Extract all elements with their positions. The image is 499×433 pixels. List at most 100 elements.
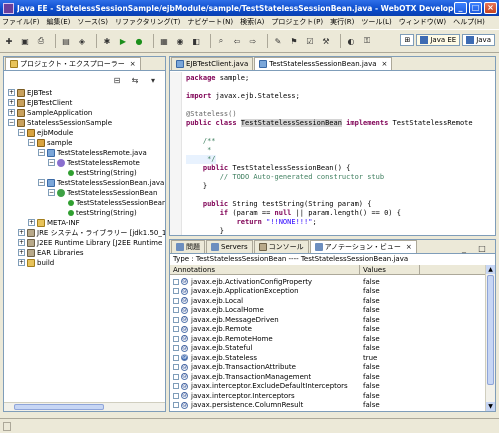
tab-annotation-view[interactable]: アノテーション・ビュー × (309, 240, 417, 253)
open-perspective-button[interactable]: ⊞ (400, 34, 415, 46)
expander-icon[interactable]: + (18, 259, 25, 266)
tree-item-remote-java[interactable]: − TestStatelessRemote.java (38, 148, 147, 157)
globe-icon[interactable]: ◐ (345, 35, 357, 47)
tab-console[interactable]: コンソール (253, 240, 309, 253)
annotation-row[interactable]: @ javax.ejb.Stateful false (170, 344, 485, 353)
forward-icon[interactable]: ⇨ (247, 35, 259, 47)
annotation-value[interactable]: false (360, 392, 380, 400)
deploy-icon[interactable]: ◈ (76, 35, 88, 47)
column-values[interactable]: Values (360, 265, 420, 274)
tab-ejbtestclient[interactable]: EJBTestClient.java (171, 57, 254, 70)
expander-icon[interactable]: + (18, 229, 25, 236)
tree-item-bean-constructor[interactable]: TestStatelessSessionBean() (68, 198, 165, 207)
close-icon[interactable]: × (382, 60, 388, 68)
expander-icon[interactable]: + (8, 89, 15, 96)
expand-checkbox[interactable] (173, 364, 179, 370)
expander-icon[interactable]: + (8, 99, 15, 106)
annotation-row[interactable]: @ javax.ejb.TransactionAttribute false (170, 363, 485, 372)
tree-item-ejbtestclient[interactable]: + EJBTestClient (8, 98, 72, 107)
tab-problems[interactable]: 問題 (171, 240, 205, 253)
annotation-value[interactable]: false (360, 316, 380, 324)
menu-run[interactable]: 実行(R) (330, 17, 354, 27)
code-line[interactable]: /** (186, 137, 216, 146)
tree-item-bean-class[interactable]: − TestStatelessSessionBean (48, 188, 157, 197)
expander-icon[interactable]: + (18, 239, 25, 246)
tree-item-sampleapplication[interactable]: + SampleApplication (8, 108, 92, 117)
expand-checkbox[interactable] (173, 288, 179, 294)
print-icon[interactable]: ⎙ (35, 35, 47, 47)
annotation-row[interactable]: @ javax.ejb.Stateless true (170, 353, 485, 362)
tree-item-j2ee-library[interactable]: + J2EE Runtime Library [J2EE Runtime Lib (18, 238, 165, 247)
code-line[interactable]: @Stateless() (186, 110, 237, 119)
menu-search[interactable]: 検索(A) (240, 17, 264, 27)
annotation-value[interactable]: false (360, 278, 380, 286)
menu-help[interactable]: ヘルプ(H) (453, 17, 485, 27)
task-icon[interactable]: ☑ (304, 35, 316, 47)
minimize-button[interactable]: _ (454, 2, 467, 14)
annotation-value[interactable]: false (360, 297, 380, 305)
tree-item-remote-teststring[interactable]: testString(String) (68, 168, 137, 177)
annotation-value[interactable]: false (360, 373, 380, 381)
wrench-icon[interactable]: ⚒ (320, 35, 332, 47)
tree-item-meta-inf[interactable]: + META-INF (28, 218, 80, 227)
annotation-row[interactable]: @ javax.interceptor.Interceptors false (170, 391, 485, 400)
tree-item-ejbtest[interactable]: + EJBTest (8, 88, 52, 97)
open-type-icon[interactable]: ◧ (190, 35, 202, 47)
tree-item-bean-teststring[interactable]: testString(String) (68, 208, 137, 217)
expand-checkbox[interactable] (173, 373, 179, 380)
link-editor-icon[interactable]: ⇆ (129, 74, 141, 86)
code-line[interactable]: public String testString(String param) { (186, 200, 372, 209)
save-icon[interactable]: ▣ (19, 35, 31, 47)
annotation-row[interactable]: @ javax.ejb.RemoteHome false (170, 334, 485, 343)
expand-checkbox[interactable] (173, 383, 179, 389)
annotation-value[interactable]: false (360, 382, 380, 390)
code-line[interactable]: package sample; (186, 74, 249, 83)
annotation-icon[interactable]: ✎ (272, 35, 284, 47)
expand-checkbox[interactable] (173, 307, 179, 313)
back-icon[interactable]: ⇦ (231, 35, 243, 47)
expand-checkbox[interactable] (173, 392, 179, 399)
tree-item-jre-library[interactable]: + JRE システム・ライブラリー [jdk1.50_14] (18, 228, 165, 237)
expand-checkbox[interactable] (173, 297, 179, 304)
tree-item-build[interactable]: + build (18, 258, 54, 267)
code-line[interactable]: import javax.ejb.Stateless; (186, 92, 300, 101)
code-line[interactable]: if (param == null || param.length() == 0… (186, 209, 401, 218)
expand-checkbox[interactable] (173, 345, 179, 351)
menu-source[interactable]: ソース(S) (77, 17, 108, 27)
menu-navigate[interactable]: ナビゲート(N) (187, 17, 233, 27)
tree-item-sample[interactable]: − sample (28, 138, 72, 147)
menu-window[interactable]: ウィンドウ(W) (399, 17, 446, 27)
scroll-up-icon[interactable]: ▲ (486, 265, 495, 274)
code-line[interactable]: } (186, 182, 207, 191)
tab-servers[interactable]: Servers (206, 240, 253, 253)
expander-icon[interactable]: − (18, 129, 25, 136)
expand-checkbox[interactable] (173, 326, 179, 332)
key-icon[interactable]: ⚿ (361, 35, 373, 47)
explorer-horizontal-scrollbar[interactable] (4, 402, 165, 411)
run-icon[interactable]: ▶ (117, 35, 129, 47)
code-line[interactable]: // TODO Auto-generated constructor stub (186, 173, 384, 182)
expand-checkbox[interactable] (173, 316, 179, 323)
view-menu-icon[interactable]: ▾ (147, 74, 159, 86)
close-button[interactable]: × (484, 2, 497, 14)
external-tools-icon[interactable]: ● (133, 35, 145, 47)
annotation-row[interactable]: @ javax.ejb.TransactionManagement false (170, 372, 485, 381)
maximize-view-icon[interactable]: □ (476, 242, 488, 254)
maximize-button[interactable]: □ (469, 2, 482, 14)
tab-teststatelesssessionbean[interactable]: TestStatelessSessionBean.java × (254, 57, 393, 70)
annotation-row[interactable]: @ javax.ejb.Local false (170, 296, 485, 305)
code-line[interactable]: public class TestStatelessSessionBean im… (186, 119, 473, 128)
expander-icon[interactable]: − (48, 159, 55, 166)
annotation-row[interactable]: @ javax.interceptor.ExcludeDefaultInterce… (170, 382, 485, 391)
expander-icon[interactable]: − (38, 179, 45, 186)
annotation-value[interactable]: false (360, 335, 380, 343)
code-line[interactable]: */ (186, 155, 216, 164)
annotation-value[interactable]: false (360, 401, 380, 409)
expander-icon[interactable]: − (28, 139, 35, 146)
tree-item-ear-libraries[interactable]: + EAR Libraries (18, 248, 84, 257)
code-line[interactable]: return "!!NONE!!!"; (186, 218, 317, 227)
annotation-value[interactable]: false (360, 344, 380, 352)
minimize-view-icon[interactable]: _ (458, 242, 470, 254)
close-icon[interactable]: × (406, 243, 412, 251)
annotation-value[interactable]: false (360, 363, 380, 371)
